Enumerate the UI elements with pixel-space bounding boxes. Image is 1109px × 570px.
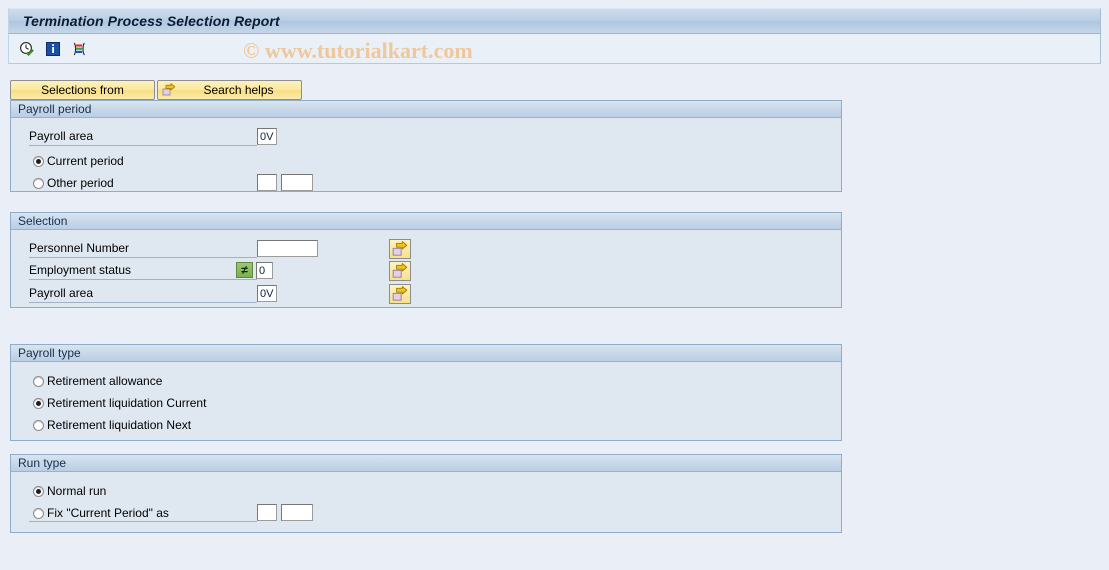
info-icon[interactable]: [45, 41, 61, 57]
selections-from-button[interactable]: Selections from: [10, 80, 155, 100]
personnel-number-input[interactable]: [257, 240, 318, 257]
fix-current-period-radio[interactable]: [33, 507, 44, 519]
other-period-radio[interactable]: [33, 177, 44, 189]
window-title-bar: Termination Process Selection Report: [8, 8, 1101, 34]
site-watermark: © www.tutorialkart.com: [243, 38, 473, 63]
retirement-liquidation-next-label: Retirement liquidation Next: [47, 418, 192, 432]
selection-payroll-area-label: Payroll area: [29, 286, 94, 300]
retirement-allowance-radio-row[interactable]: Retirement allowance: [33, 372, 162, 390]
retirement-liquidation-next-radio-row[interactable]: Retirement liquidation Next: [33, 416, 191, 434]
payroll-period-panel-title: Payroll period: [11, 101, 841, 118]
personnel-number-label-underline: [29, 257, 257, 258]
employment-status-label: Employment status: [29, 263, 132, 277]
payroll-type-panel-title: Payroll type: [11, 345, 841, 362]
arrow-right-icon: [162, 83, 176, 97]
run-type-panel-title: Run type: [11, 455, 841, 472]
search-helps-button[interactable]: Search helps: [157, 80, 302, 100]
retirement-allowance-label: Retirement allowance: [47, 374, 163, 388]
other-period-label: Other period: [47, 176, 114, 190]
current-period-radio[interactable]: [33, 155, 44, 167]
multi-select-arrow-icon: [392, 286, 408, 301]
payroll-period-panel: Payroll period Payroll area Current peri…: [10, 100, 842, 192]
current-period-radio-row[interactable]: Current period: [33, 152, 124, 170]
employment-status-multi-select-button[interactable]: [389, 261, 411, 281]
retirement-liquidation-current-radio-row[interactable]: Retirement liquidation Current: [33, 394, 206, 412]
employment-status-label-underline: [29, 279, 257, 280]
retirement-allowance-radio[interactable]: [33, 375, 44, 387]
selection-payroll-area-row: Payroll area: [11, 284, 841, 305]
run-type-panel: Run type Normal run Fix "Current Period"…: [10, 454, 842, 533]
normal-run-radio[interactable]: [33, 485, 44, 497]
current-period-label: Current period: [47, 154, 124, 168]
retirement-liquidation-next-radio[interactable]: [33, 419, 44, 431]
execute-icon[interactable]: [19, 41, 35, 57]
selection-panel-title: Selection: [11, 213, 841, 230]
multi-select-arrow-icon: [392, 263, 408, 278]
fix-current-period-underline: [29, 521, 257, 522]
payroll-area-label-underline: [29, 145, 257, 146]
selection-payroll-area-multi-select-button[interactable]: [389, 284, 411, 304]
other-period-input-1[interactable]: [257, 174, 277, 191]
payroll-area-row: Payroll area: [11, 127, 841, 148]
application-toolbar: [8, 34, 1101, 64]
variant-icon[interactable]: [71, 41, 87, 57]
not-equal-operator-icon[interactable]: ≠: [236, 262, 253, 278]
retirement-liquidation-current-radio[interactable]: [33, 397, 44, 409]
employment-status-input[interactable]: [256, 262, 273, 279]
selections-from-label: Selections from: [41, 83, 124, 97]
payroll-area-label: Payroll area: [29, 129, 94, 143]
other-period-radio-row[interactable]: Other period: [33, 174, 114, 192]
page-title: Termination Process Selection Report: [23, 13, 280, 29]
selection-panel: Selection Personnel Number Employment st…: [10, 212, 842, 308]
fix-current-period-input-2[interactable]: [281, 504, 313, 521]
employment-status-row: Employment status ≠: [11, 261, 841, 282]
normal-run-label: Normal run: [47, 484, 107, 498]
normal-run-radio-row[interactable]: Normal run: [33, 482, 106, 500]
fix-current-period-label: Fix "Current Period" as: [47, 506, 169, 520]
selection-payroll-area-label-underline: [29, 302, 257, 303]
personnel-number-label: Personnel Number: [29, 241, 130, 255]
retirement-liquidation-current-label: Retirement liquidation Current: [47, 396, 207, 410]
payroll-type-panel: Payroll type Retirement allowance Retire…: [10, 344, 842, 441]
multi-select-arrow-icon: [392, 241, 408, 256]
payroll-area-input[interactable]: [257, 128, 277, 145]
personnel-number-row: Personnel Number: [11, 239, 841, 260]
selection-payroll-area-input[interactable]: [257, 285, 277, 302]
fix-current-period-input-1[interactable]: [257, 504, 277, 521]
personnel-number-multi-select-button[interactable]: [389, 239, 411, 259]
other-period-input-2[interactable]: [281, 174, 313, 191]
search-helps-label: Search helps: [203, 83, 274, 97]
fix-current-period-radio-row[interactable]: Fix "Current Period" as: [33, 504, 169, 522]
